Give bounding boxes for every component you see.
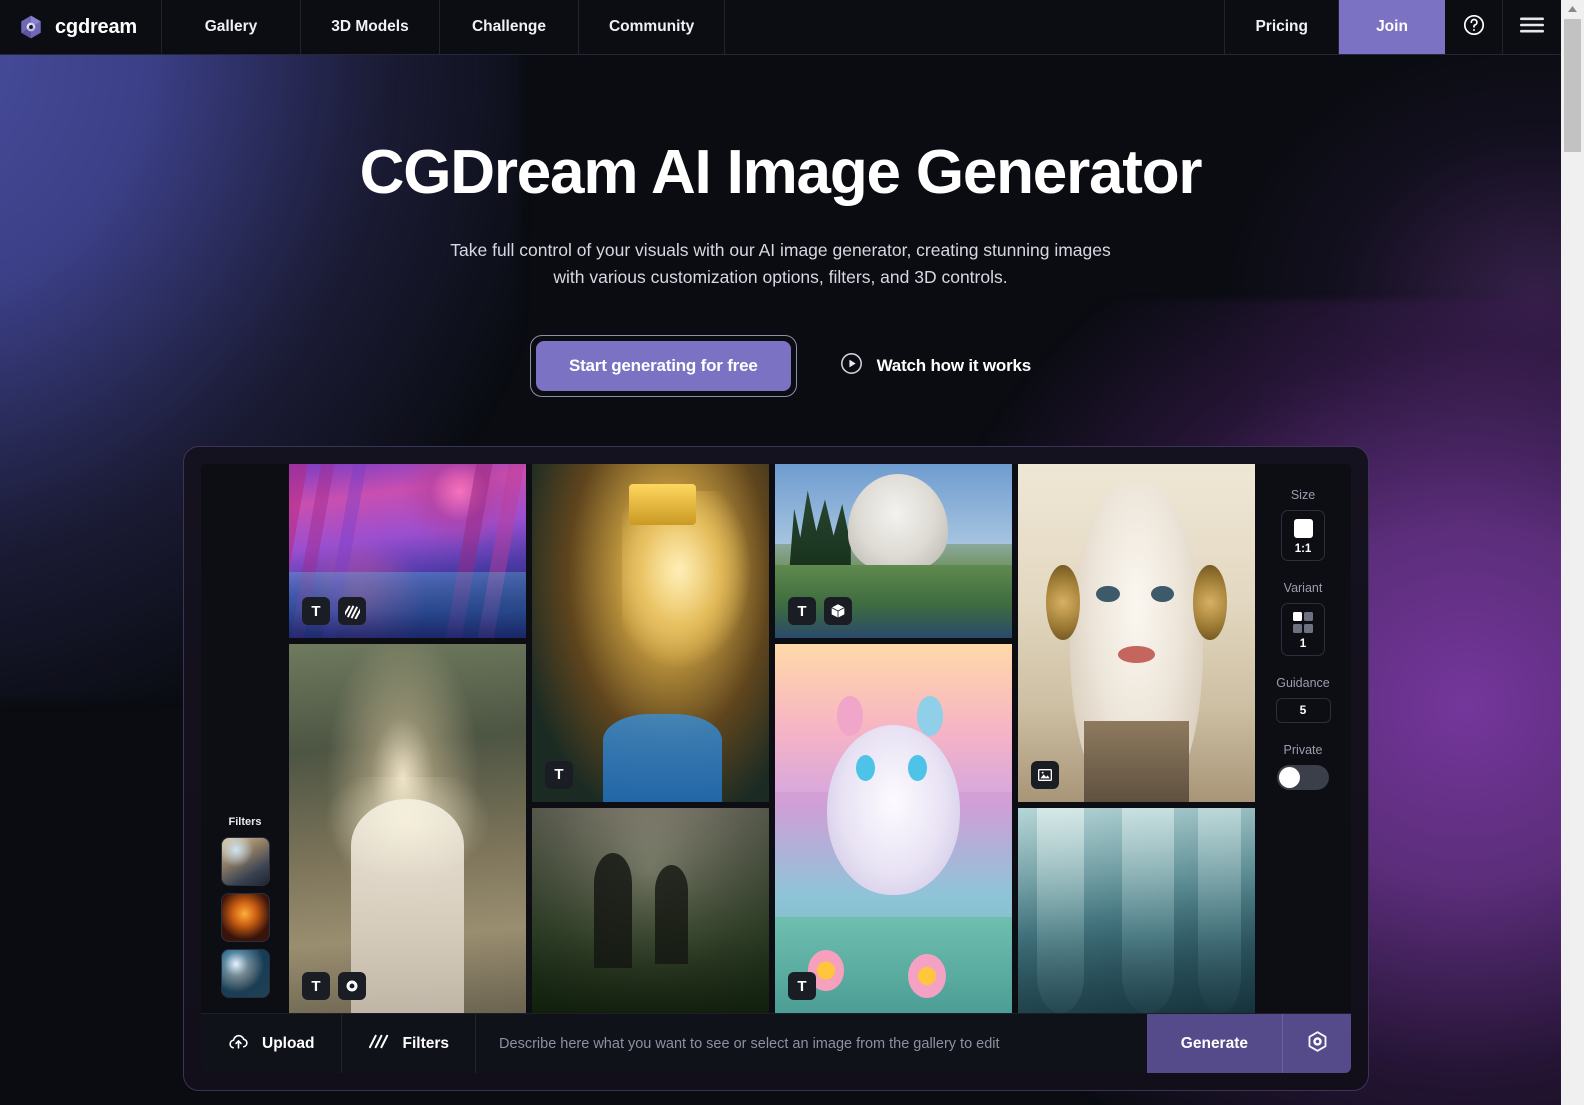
- page-root: cgdream Gallery 3D Models Challenge Comm…: [0, 0, 1584, 1105]
- filters-rail: Filters: [201, 464, 289, 1073]
- gallery-tile-organic-house[interactable]: T: [775, 464, 1012, 639]
- hamburger-menu-icon: [1519, 15, 1545, 40]
- tile-badges: T: [788, 972, 816, 1000]
- size-value: 1:1: [1294, 543, 1312, 555]
- filters-rail-title: Filters: [228, 816, 262, 828]
- gallery-tile-cyborg-portrait[interactable]: [1018, 464, 1255, 802]
- text-to-image-badge[interactable]: T: [302, 597, 330, 626]
- filter-preset-3[interactable]: [220, 949, 270, 998]
- watch-label: Watch how it works: [876, 356, 1032, 376]
- cube-icon[interactable]: [824, 597, 852, 626]
- nav-item-community[interactable]: Community: [579, 0, 726, 54]
- gallery-tile-golden-princess[interactable]: T: [532, 464, 769, 802]
- watch-how-it-works-button[interactable]: Watch how it works: [839, 351, 1031, 381]
- variant-label: Variant: [1283, 581, 1323, 595]
- prompt-bottom-bar: Upload Filters Describe here what you wa…: [201, 1013, 1351, 1073]
- upload-button[interactable]: Upload: [201, 1014, 342, 1073]
- nav-item-3d-models[interactable]: 3D Models: [301, 0, 440, 54]
- nav-label: 3D Models: [331, 18, 409, 35]
- join-label: Join: [1376, 18, 1408, 35]
- gallery-column: T: [532, 464, 769, 1013]
- upload-cloud-icon: [227, 1030, 250, 1058]
- gallery-tile-castle-ruins[interactable]: [532, 807, 769, 1013]
- guidance-label: Guidance: [1276, 675, 1330, 690]
- page-scrollbar[interactable]: [1561, 0, 1584, 1105]
- size-label: Size: [1290, 488, 1316, 502]
- settings-rail: Size 1:1 Variant 1 Guidance 5 Private: [1255, 464, 1351, 1073]
- image-icon[interactable]: [1031, 760, 1059, 789]
- filters-stripes-icon: [368, 1031, 391, 1057]
- cgdream-hex-logo-icon: [18, 14, 44, 40]
- tile-badges: [1031, 760, 1059, 789]
- tile-badges: T: [302, 972, 366, 1000]
- help-button[interactable]: [1445, 0, 1503, 54]
- start-generating-button[interactable]: Start generating for free: [535, 341, 791, 392]
- size-selector[interactable]: 1:1: [1281, 510, 1325, 561]
- generate-button[interactable]: Generate: [1147, 1014, 1283, 1073]
- page-title: CGDream AI Image Generator: [359, 138, 1203, 207]
- gallery-tile-flower-kitten[interactable]: T: [775, 644, 1012, 1013]
- gallery-tile-alien-landscape[interactable]: T: [289, 464, 526, 639]
- nav-label: Community: [608, 18, 695, 35]
- guidance-input[interactable]: 5: [1275, 697, 1331, 723]
- gallery-tile-blue-architecture[interactable]: [1018, 807, 1255, 1013]
- join-button[interactable]: Join: [1339, 0, 1445, 54]
- app-mockup: T T T T T Filters Size 1:1 Variant 1 Gui…: [201, 464, 1351, 1073]
- nav-label: Challenge: [471, 18, 547, 35]
- cta-row: Start generating for free Watch how it w…: [0, 335, 1561, 398]
- filter-preset-2[interactable]: [220, 893, 270, 942]
- scrollbar-thumb[interactable]: [1564, 19, 1581, 152]
- menu-button[interactable]: [1503, 0, 1561, 54]
- variant-grid-icon: [1292, 612, 1314, 633]
- cgdream-icon[interactable]: [338, 972, 366, 1000]
- private-toggle[interactable]: [1277, 764, 1329, 790]
- generate-group: Generate: [1146, 1014, 1351, 1073]
- texture-icon[interactable]: [338, 597, 366, 626]
- tile-badges: T: [545, 760, 573, 789]
- private-label: Private: [1283, 742, 1323, 757]
- variant-value: 1: [1299, 637, 1307, 650]
- brand-name: cgdream: [55, 15, 137, 38]
- brand-logo[interactable]: cgdream: [0, 0, 162, 54]
- text-to-image-badge[interactable]: T: [788, 597, 816, 626]
- nav-item-gallery[interactable]: Gallery: [162, 0, 301, 54]
- nav-right-group: Pricing Join: [1225, 0, 1561, 54]
- hero-subtitle: Take full control of your visuals with o…: [450, 239, 1111, 288]
- nav-label: Pricing: [1255, 18, 1308, 35]
- nav-label: Gallery: [204, 18, 258, 35]
- gallery-column: T: [289, 464, 526, 1013]
- play-circle-icon: [839, 351, 864, 381]
- gallery-column: T: [775, 464, 1012, 1013]
- tile-badges: T: [788, 597, 852, 626]
- nav-spacer: [725, 0, 1226, 54]
- variant-selector[interactable]: 1: [1281, 603, 1325, 656]
- gallery-tile-fairy-woman[interactable]: T: [289, 644, 526, 1013]
- scroll-up-arrow-icon[interactable]: [1561, 0, 1584, 17]
- upload-label: Upload: [262, 1034, 315, 1052]
- nav-item-challenge[interactable]: Challenge: [440, 0, 579, 54]
- filter-preset-1[interactable]: [220, 837, 270, 886]
- filters-label: Filters: [402, 1034, 450, 1052]
- text-to-image-badge[interactable]: T: [788, 972, 816, 1000]
- gallery-column: [1018, 464, 1255, 1013]
- toggle-knob: [1279, 766, 1300, 788]
- question-circle-icon: [1462, 13, 1486, 42]
- tile-badges: T: [302, 597, 366, 626]
- prompt-placeholder: Describe here what you want to see or se…: [499, 1035, 1000, 1052]
- aspect-ratio-square-icon: [1293, 519, 1313, 538]
- nav-item-pricing[interactable]: Pricing: [1225, 0, 1339, 54]
- text-to-image-badge[interactable]: T: [302, 972, 330, 1000]
- start-generating-wrapper: Start generating for free: [529, 335, 797, 398]
- image-gallery: T T T T T: [289, 464, 1255, 1013]
- hero-section: CGDream AI Image Generator Take full con…: [0, 55, 1561, 398]
- filters-button[interactable]: Filters: [342, 1014, 477, 1073]
- generate-logo-button[interactable]: [1283, 1014, 1351, 1073]
- text-to-image-badge[interactable]: T: [545, 760, 573, 789]
- prompt-input[interactable]: Describe here what you want to see or se…: [476, 1014, 1147, 1073]
- cgdream-hex-logo-icon: [1304, 1028, 1331, 1060]
- app-mockup-frame: T T T T T Filters Size 1:1 Variant 1 Gui…: [183, 446, 1369, 1091]
- top-navbar: cgdream Gallery 3D Models Challenge Comm…: [0, 0, 1561, 55]
